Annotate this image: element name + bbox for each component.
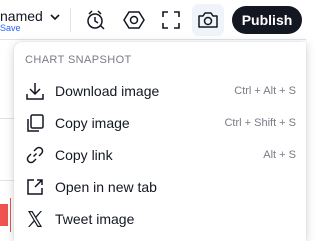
download-icon <box>24 80 46 102</box>
menu-item-copy-link[interactable]: Copy link Alt + S <box>14 139 306 171</box>
grid-line <box>0 180 14 181</box>
menu-item-label: Download image <box>55 83 160 99</box>
layout-name-button[interactable]: named Save <box>0 6 44 34</box>
layout-save-status[interactable]: Save <box>0 23 21 34</box>
settings-button[interactable] <box>118 4 150 36</box>
candle-wick <box>10 198 11 232</box>
menu-section-title: CHART SNAPSHOT <box>25 54 132 66</box>
menu-item-label: Open in new tab <box>55 179 157 195</box>
menu-item-hotkey: Alt + S <box>263 149 296 161</box>
publish-button[interactable]: Publish <box>232 6 302 34</box>
menu-item-hotkey: Ctrl + Shift + S <box>224 117 296 129</box>
link-icon <box>24 144 46 166</box>
top-toolbar: named Save Publish <box>0 0 306 40</box>
alert-button[interactable] <box>80 4 112 36</box>
x-logo-icon <box>24 208 46 230</box>
candle-bar <box>0 204 8 226</box>
menu-item-label: Copy image <box>55 115 130 131</box>
alert-icon <box>87 10 105 30</box>
snapshot-button[interactable] <box>192 4 224 36</box>
fullscreen-icon <box>162 11 180 29</box>
menu-item-hotkey: Ctrl + Alt + S <box>234 85 296 97</box>
menu-item-download-image[interactable]: Download image Ctrl + Alt + S <box>14 75 306 107</box>
app-window: named Save Publish CHART SNAPSHOT Downlo… <box>0 0 306 241</box>
fullscreen-button[interactable] <box>155 4 187 36</box>
menu-item-tweet-image[interactable]: Tweet image <box>14 203 306 235</box>
menu-item-label: Copy link <box>55 147 113 163</box>
chart-background <box>0 40 14 241</box>
settings-hexagon-icon <box>123 11 145 29</box>
menu-item-open-new-tab[interactable]: Open in new tab <box>14 171 306 203</box>
chevron-down-icon[interactable] <box>48 10 62 24</box>
snapshot-menu: CHART SNAPSHOT Download image Ctrl + Alt… <box>14 42 306 241</box>
camera-icon <box>198 12 218 28</box>
grid-line <box>0 118 14 119</box>
toolbar-divider <box>70 8 71 32</box>
menu-item-label: Tweet image <box>55 211 135 227</box>
open-new-tab-icon <box>24 176 46 198</box>
menu-item-copy-image[interactable]: Copy image Ctrl + Shift + S <box>14 107 306 139</box>
copy-icon <box>24 112 46 134</box>
